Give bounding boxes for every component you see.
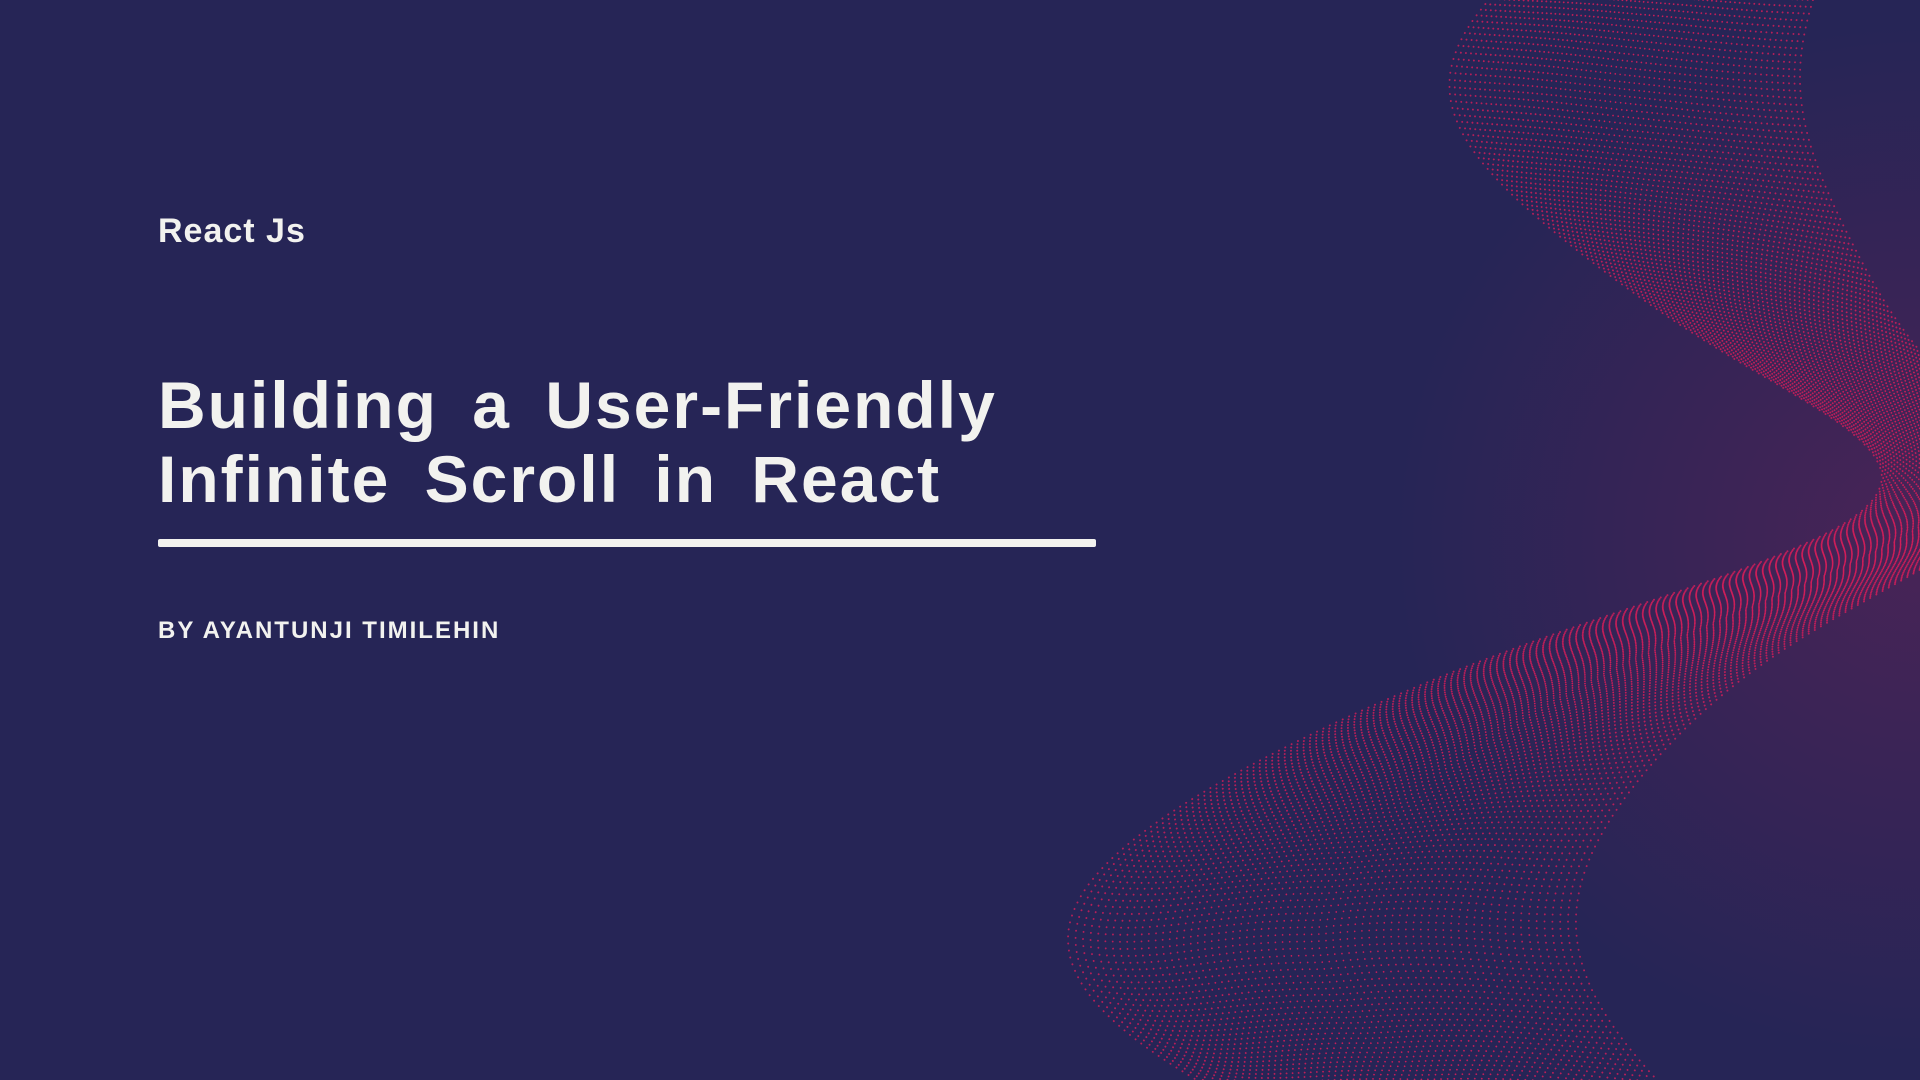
title-line-1: Building a User-Friendly bbox=[158, 369, 1138, 443]
author-byline: BY AYANTUNJI TIMILEHIN bbox=[158, 617, 1138, 645]
slide-title: Building a User-Friendly Infinite Scroll… bbox=[158, 369, 1138, 517]
content-block: React Js Building a User-Friendly Infini… bbox=[158, 212, 1138, 645]
category-label: React Js bbox=[158, 212, 1138, 251]
slide: React Js Building a User-Friendly Infini… bbox=[0, 0, 1920, 1080]
title-underline bbox=[158, 539, 1096, 547]
title-line-2: Infinite Scroll in React bbox=[158, 443, 1138, 517]
